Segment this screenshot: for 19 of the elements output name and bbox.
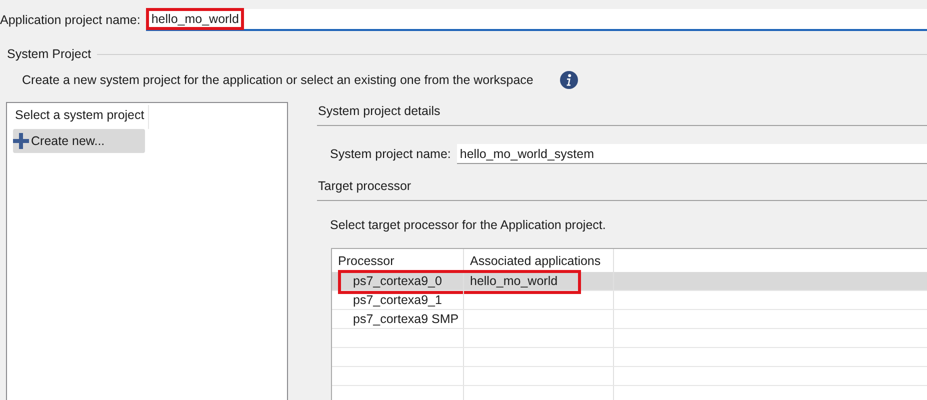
table-cell: ps7_cortexa9_0 — [353, 274, 442, 288]
group-title: System Project — [7, 47, 92, 61]
table-cell: ps7_cortexa9_1 — [353, 293, 442, 307]
section-title: System project details — [317, 104, 927, 126]
plus-icon — [13, 133, 29, 149]
field-label: Application project name: — [0, 13, 140, 27]
info-icon — [560, 71, 578, 89]
field-label: System project name: — [330, 147, 451, 161]
section-title: Target processor — [317, 179, 927, 201]
input-field[interactable]: hello_mo_world — [146, 9, 927, 31]
input-field[interactable]: hello_mo_world_system — [456, 144, 927, 164]
table-row[interactable]: ps7_cortexa9_0 hello_mo_world — [332, 272, 927, 291]
table-row[interactable]: ps7_cortexa9 SMP — [332, 310, 927, 329]
list-item[interactable]: Create new... — [13, 129, 145, 153]
instruction-text: Select target processor for the Application project. — [330, 218, 607, 232]
table-cell: ps7_cortexa9 SMP — [353, 312, 459, 326]
table-cell: hello_mo_world — [470, 274, 558, 288]
description-text: Create a new system project for the application or select an existing one from the workspace — [22, 73, 534, 87]
table-row[interactable]: ps7_cortexa9_1 — [332, 291, 927, 310]
